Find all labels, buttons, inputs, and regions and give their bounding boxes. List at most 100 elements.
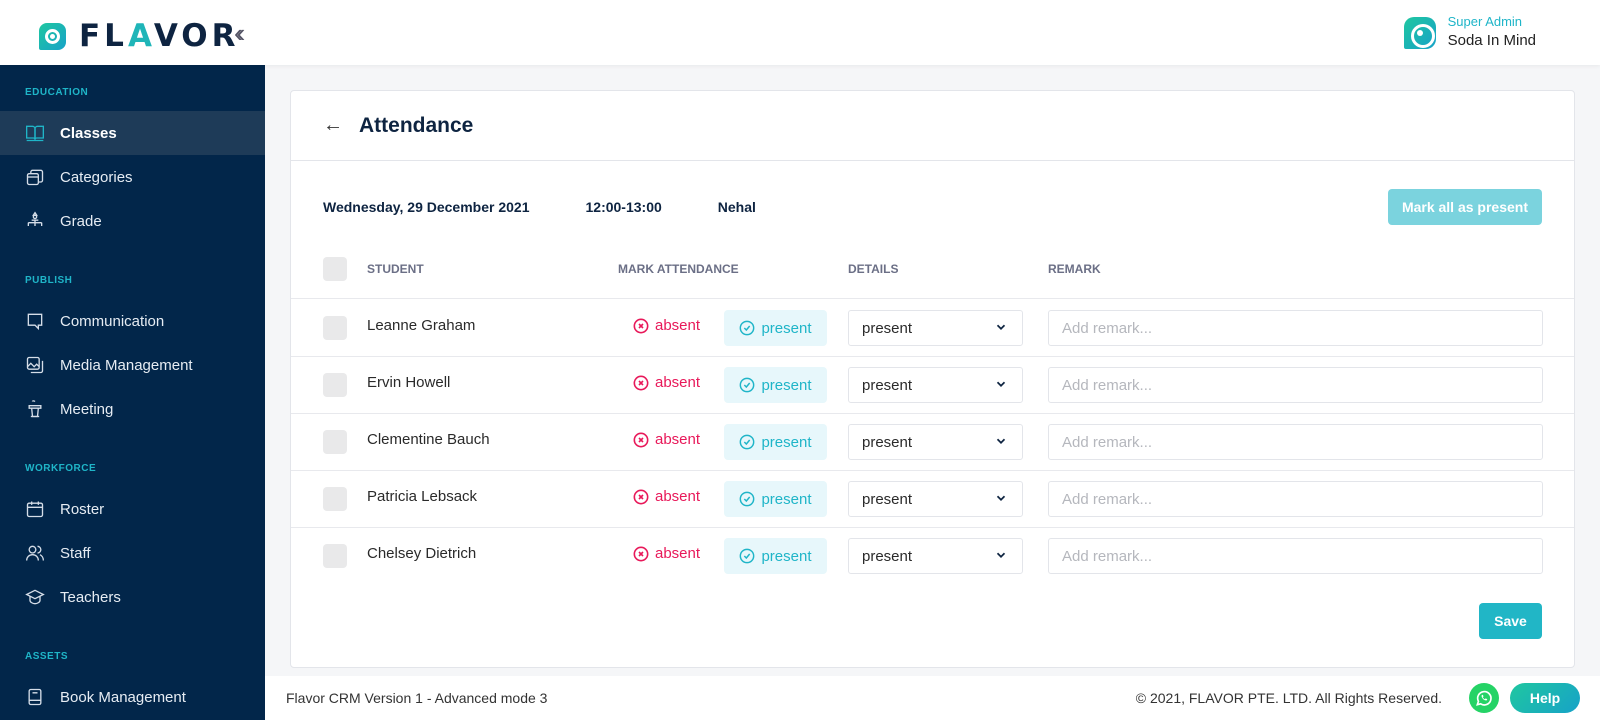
- help-button[interactable]: Help: [1510, 683, 1580, 713]
- row-checkbox[interactable]: [323, 316, 347, 340]
- student-name: Chelsey Dietrich: [367, 545, 477, 562]
- user-name: Soda In Mind: [1447, 32, 1536, 49]
- sidebar-item-classes[interactable]: Classes: [0, 111, 265, 155]
- arrow-left-icon[interactable]: ←: [323, 114, 343, 137]
- logo-text: FLAVOR: [79, 18, 240, 54]
- row-checkbox[interactable]: [323, 430, 347, 454]
- users-icon: [25, 543, 45, 563]
- book-open-icon: [25, 123, 45, 143]
- x-circle-icon: [633, 318, 649, 333]
- details-select[interactable]: present: [848, 538, 1023, 574]
- podium-icon: [25, 399, 45, 419]
- chevron-down-icon: [996, 495, 1006, 501]
- sidebar-item-label: Roster: [60, 500, 105, 518]
- version-text: Flavor CRM Version 1 - Advanced mode 3: [286, 690, 548, 706]
- sidebar-item-teachers[interactable]: Teachers: [0, 575, 265, 619]
- row-checkbox[interactable]: [323, 487, 347, 511]
- row-checkbox[interactable]: [323, 544, 347, 568]
- logo[interactable]: FLAVOR: [39, 18, 240, 54]
- column-header-remark: REMARK: [1048, 262, 1101, 276]
- sidebar: EDUCATION Classes Categories Grade PUBLI…: [0, 65, 265, 720]
- table-row: Clementine Bauch absent present present: [291, 413, 1574, 471]
- remark-input[interactable]: [1048, 310, 1543, 346]
- remark-input[interactable]: [1048, 538, 1543, 574]
- class-info: Wednesday, 29 December 2021 12:00-13:00 …: [323, 189, 1542, 225]
- sidebar-item-label: Communication: [60, 312, 165, 330]
- chevron-down-icon: [996, 552, 1006, 558]
- mark-all-present-button[interactable]: Mark all as present: [1387, 189, 1542, 225]
- avatar: [1403, 17, 1436, 49]
- sidebar-item-book-management[interactable]: Book Management: [0, 675, 265, 719]
- present-label: present: [761, 376, 812, 394]
- details-value: present: [862, 490, 913, 508]
- mark-present-button[interactable]: present: [724, 481, 827, 517]
- present-label: present: [761, 433, 812, 451]
- logo-text-prefix: FL: [79, 18, 128, 54]
- hierarchy-icon: [25, 211, 45, 231]
- sidebar-item-label: Meeting: [60, 400, 114, 418]
- details-select[interactable]: present: [848, 424, 1023, 460]
- sidebar-item-communication[interactable]: Communication: [0, 299, 265, 343]
- chevron-down-icon: [996, 438, 1006, 444]
- mark-present-button[interactable]: present: [724, 424, 827, 460]
- check-circle-icon: [740, 491, 755, 507]
- student-name: Ervin Howell: [367, 374, 451, 391]
- present-label: present: [761, 490, 812, 508]
- student-name: Patricia Lebsack: [367, 488, 478, 505]
- logo-icon: [39, 22, 66, 50]
- sidebar-item-roster[interactable]: Roster: [0, 487, 265, 531]
- page-title: Attendance: [359, 113, 474, 137]
- x-circle-icon: [633, 546, 649, 561]
- select-all-checkbox[interactable]: [323, 257, 347, 281]
- sidebar-item-label: Teachers: [60, 588, 121, 606]
- mark-present-button[interactable]: present: [724, 367, 827, 403]
- details-value: present: [862, 547, 913, 565]
- row-checkbox[interactable]: [323, 373, 347, 397]
- mark-absent-button[interactable]: absent: [633, 488, 700, 505]
- absent-label: absent: [655, 545, 701, 562]
- book-icon: [25, 687, 45, 707]
- remark-input[interactable]: [1048, 481, 1543, 517]
- class-time: 12:00-13:00: [585, 199, 662, 215]
- sidebar-item-label: Classes: [60, 124, 117, 142]
- whatsapp-button[interactable]: [1469, 683, 1499, 713]
- details-select[interactable]: present: [848, 481, 1023, 517]
- present-label: present: [761, 319, 812, 337]
- sidebar-item-categories[interactable]: Categories: [0, 155, 265, 199]
- section-title-workforce: WORKFORCE: [25, 463, 97, 474]
- mark-present-button[interactable]: present: [724, 310, 827, 346]
- column-header-mark-attendance: MARK ATTENDANCE: [618, 262, 739, 276]
- details-select[interactable]: present: [848, 310, 1023, 346]
- x-circle-icon: [633, 432, 649, 447]
- table-row: Chelsey Dietrich absent present present: [291, 527, 1574, 585]
- section-title-assets: ASSETS: [25, 651, 69, 662]
- copyright-text: © 2021, FLAVOR PTE. LTD. All Rights Rese…: [1135, 690, 1442, 706]
- mark-absent-button[interactable]: absent: [633, 431, 700, 448]
- sidebar-item-staff[interactable]: Staff: [0, 531, 265, 575]
- mark-absent-button[interactable]: absent: [633, 374, 700, 391]
- mark-present-button[interactable]: present: [724, 538, 827, 574]
- chevrons-left-icon[interactable]: ‹‹: [234, 18, 246, 49]
- user-profile[interactable]: Super Admin Soda In Mind: [1403, 14, 1536, 52]
- remark-input[interactable]: [1048, 367, 1543, 403]
- footer: Flavor CRM Version 1 - Advanced mode 3 ©…: [265, 676, 1600, 720]
- mark-absent-button[interactable]: absent: [633, 317, 700, 334]
- sidebar-item-label: Grade: [60, 212, 102, 230]
- table-row: Patricia Lebsack absent present present: [291, 470, 1574, 528]
- sidebar-item-media-management[interactable]: Media Management: [0, 343, 265, 387]
- absent-label: absent: [655, 374, 701, 391]
- details-select[interactable]: present: [848, 367, 1023, 403]
- student-name: Leanne Graham: [367, 317, 476, 334]
- sidebar-item-grade[interactable]: Grade: [0, 199, 265, 243]
- sidebar-item-label: Staff: [60, 544, 91, 562]
- save-button[interactable]: Save: [1479, 603, 1542, 639]
- mark-absent-button[interactable]: absent: [633, 545, 700, 562]
- graduation-cap-icon: [25, 587, 45, 607]
- sidebar-item-meeting[interactable]: Meeting: [0, 387, 265, 431]
- student-name: Clementine Bauch: [367, 431, 490, 448]
- check-circle-icon: [740, 320, 755, 336]
- message-icon: [25, 311, 45, 331]
- top-bar: FLAVOR ‹‹ Super Admin Soda In Mind: [0, 0, 1600, 65]
- logo-text-accent: A: [127, 18, 154, 54]
- remark-input[interactable]: [1048, 424, 1543, 460]
